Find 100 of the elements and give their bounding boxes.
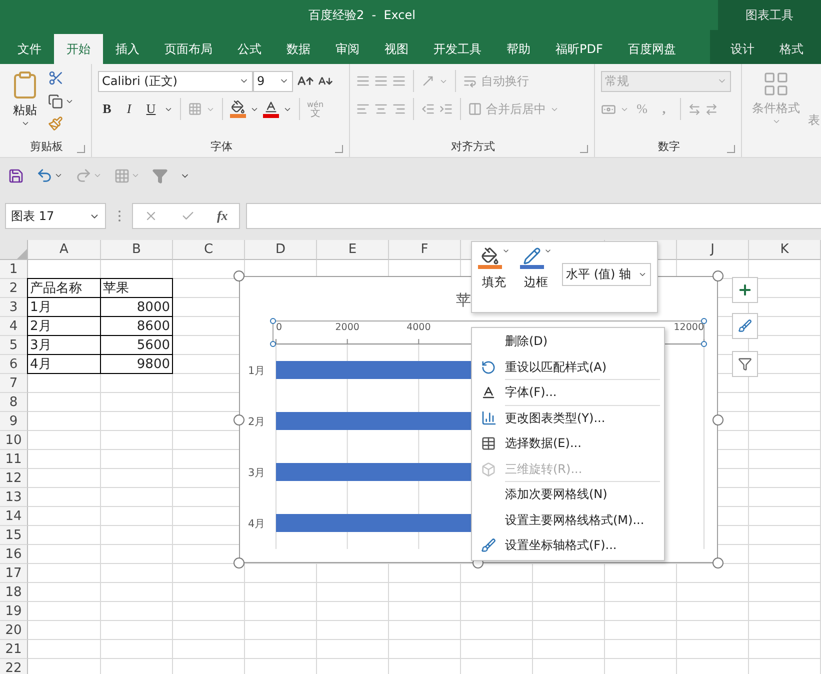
axis-handle[interactable] (701, 341, 707, 347)
resize-handle[interactable] (712, 270, 724, 282)
ribbon-tab[interactable]: 审阅 (323, 34, 372, 64)
top-align-icon[interactable] (356, 74, 370, 88)
font-name-field[interactable]: Calibri (正文) (98, 70, 253, 92)
ribbon-tab[interactable]: 格式 (767, 34, 816, 64)
column-header[interactable]: K (749, 240, 821, 260)
paste-button[interactable]: 粘贴 (6, 68, 44, 135)
middle-align-icon[interactable] (374, 74, 388, 88)
column-header[interactable]: F (389, 240, 461, 260)
row-header[interactable]: 10 (0, 431, 28, 450)
axis-handle[interactable] (270, 341, 276, 347)
row-header[interactable]: 19 (0, 602, 28, 621)
align-center-icon[interactable] (374, 102, 388, 116)
insert-function-button[interactable]: fx (216, 208, 228, 224)
axis-handle[interactable] (270, 318, 276, 324)
row-header[interactable]: 8 (0, 393, 28, 412)
menu-item[interactable]: 设置主要网格线格式(M)... (472, 508, 664, 533)
launcher-icon[interactable] (580, 145, 588, 153)
save-icon[interactable] (8, 168, 24, 184)
cut-icon[interactable] (48, 70, 64, 86)
undo-icon[interactable] (36, 167, 53, 184)
row-header[interactable]: 5 (0, 336, 28, 355)
row-header[interactable]: 16 (0, 545, 28, 564)
row-header[interactable]: 7 (0, 374, 28, 393)
increase-decimal-icon[interactable] (705, 102, 718, 116)
resize-handle[interactable] (234, 414, 244, 426)
menu-item[interactable]: 更改图表类型(Y)... (472, 406, 664, 431)
align-left-icon[interactable] (356, 102, 370, 116)
axis-handle[interactable] (701, 318, 707, 324)
column-header[interactable]: D (245, 240, 317, 260)
caret-icon[interactable] (638, 270, 647, 279)
filter-icon[interactable] (152, 168, 168, 184)
ribbon-tab[interactable]: 视图 (372, 34, 421, 64)
row-header[interactable]: 3 (0, 298, 28, 317)
ribbon-tab[interactable]: 页面布局 (152, 34, 225, 64)
caret-icon[interactable] (54, 171, 63, 180)
resize-handle[interactable] (712, 414, 724, 426)
caret-icon[interactable] (544, 247, 552, 255)
column-header[interactable]: J (677, 240, 749, 260)
italic-button[interactable]: I (120, 99, 138, 119)
orientation-icon[interactable] (421, 74, 435, 88)
bottom-align-icon[interactable] (392, 74, 406, 88)
ribbon-tab[interactable]: 开发工具 (421, 34, 494, 64)
launcher-icon[interactable] (727, 145, 735, 153)
row-header[interactable]: 1 (0, 260, 28, 279)
ribbon-tab[interactable]: 帮助 (494, 34, 543, 64)
ribbon-tab[interactable]: 公式 (225, 34, 274, 64)
row-header[interactable]: 13 (0, 488, 28, 507)
ribbon-tab[interactable]: 文件 (5, 34, 54, 64)
row-header[interactable]: 14 (0, 507, 28, 526)
add-element-button[interactable] (732, 277, 758, 303)
row-header[interactable]: 4 (0, 317, 28, 336)
align-right-icon[interactable] (392, 102, 406, 116)
row-header[interactable]: 17 (0, 564, 28, 583)
underline-button[interactable]: U (142, 99, 160, 119)
copy-icon[interactable] (48, 94, 63, 108)
menu-item[interactable]: 选择数据(E)... (472, 431, 664, 456)
decrease-decimal-icon[interactable] (688, 102, 701, 116)
font-color-icon[interactable] (263, 100, 279, 118)
row-header[interactable]: 18 (0, 583, 28, 602)
fill-color-icon[interactable] (230, 100, 246, 118)
ribbon-tab[interactable]: 数据 (274, 34, 323, 64)
ribbon-tab[interactable]: 福昕PDF (543, 34, 616, 64)
caret-icon[interactable] (20, 119, 30, 128)
format-painter-icon[interactable] (48, 116, 63, 131)
row-header[interactable]: 20 (0, 621, 28, 640)
column-header[interactable]: C (173, 240, 245, 260)
menu-item[interactable]: 添加次要网格线(N) (472, 482, 664, 508)
decrease-indent-icon[interactable] (421, 102, 435, 116)
resize-handle[interactable] (712, 558, 724, 568)
font-size-field[interactable]: 9 (253, 70, 293, 92)
ribbon-tab[interactable]: 插入 (103, 34, 152, 64)
name-box[interactable]: 图表 17 (5, 203, 106, 229)
column-header[interactable]: B (101, 240, 173, 260)
resize-handle[interactable] (234, 270, 244, 282)
launcher-icon[interactable] (335, 145, 343, 153)
caret-icon[interactable] (502, 247, 510, 255)
row-header[interactable]: 11 (0, 450, 28, 469)
chart-filter-button[interactable] (732, 351, 758, 377)
row-header[interactable]: 9 (0, 412, 28, 431)
chart-element-dropdown[interactable]: 水平 (值) 轴 (562, 263, 651, 286)
row-header[interactable]: 22 (0, 659, 28, 674)
launcher-icon[interactable] (77, 145, 85, 153)
chart-style-button[interactable] (732, 313, 758, 339)
bold-button[interactable]: B (98, 99, 116, 119)
ribbon-tab[interactable]: 设计 (718, 34, 767, 64)
resize-handle[interactable] (234, 558, 244, 568)
row-header[interactable]: 2 (0, 279, 28, 298)
menu-item[interactable]: 设置坐标轴格式(F)... (472, 533, 664, 558)
row-header[interactable]: 15 (0, 526, 28, 545)
increase-indent-icon[interactable] (439, 102, 453, 116)
ribbon-tab[interactable]: 开始 (54, 34, 103, 64)
column-header[interactable]: A (28, 240, 101, 260)
row-header[interactable]: 12 (0, 469, 28, 488)
ribbon-tab[interactable]: 百度网盘 (615, 34, 688, 64)
row-header[interactable]: 6 (0, 355, 28, 374)
column-header[interactable]: E (317, 240, 389, 260)
formula-input[interactable] (246, 203, 821, 229)
menu-item[interactable]: 删除(D) (472, 329, 664, 354)
